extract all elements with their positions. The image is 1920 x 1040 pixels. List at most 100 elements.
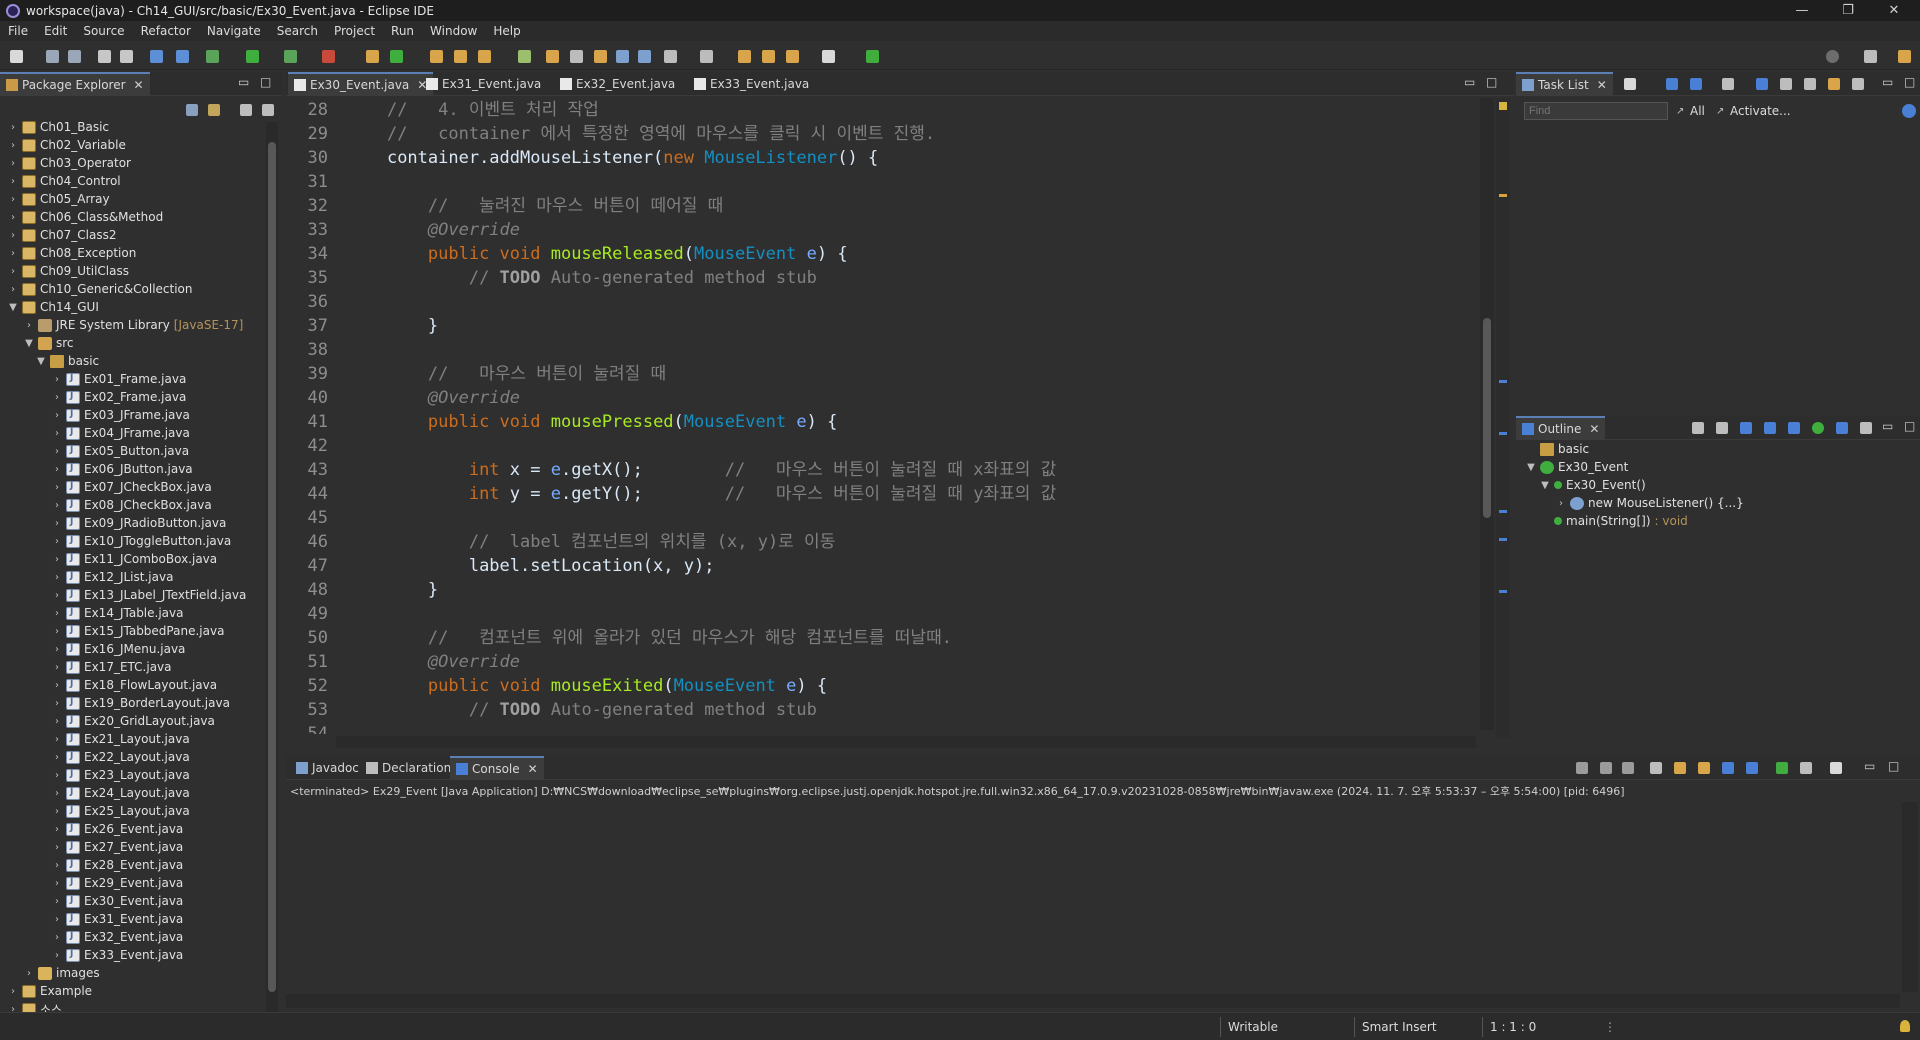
minimize-view-icon[interactable]: ▭ [1882, 75, 1893, 89]
chevron-right-icon[interactable]: › [52, 752, 62, 763]
minimize-view-icon[interactable]: ▭ [1882, 419, 1893, 433]
tip-bulb-icon[interactable] [1900, 1020, 1910, 1032]
outline-item-anonymous[interactable]: › new MouseListener() {...} [1556, 494, 1744, 512]
menu-refactor[interactable]: Refactor [133, 24, 199, 38]
hide-completed-icon[interactable] [1722, 78, 1734, 90]
all-link[interactable]: All [1690, 104, 1705, 118]
help-icon[interactable] [1902, 104, 1916, 118]
tree-project[interactable]: › Ch10_Generic&Collection [8, 280, 193, 298]
tree-package[interactable]: ▼ basic [36, 352, 99, 370]
chevron-right-icon[interactable]: › [52, 788, 62, 799]
new-task-icon[interactable] [1624, 78, 1636, 90]
overview-ruler[interactable] [1496, 98, 1510, 738]
chevron-right-icon[interactable]: › [52, 374, 62, 385]
chevron-right-icon[interactable]: › [52, 698, 62, 709]
status-cursor-position[interactable]: 1 : 1 : 0 [1490, 1020, 1536, 1034]
code-line[interactable]: 45 [286, 506, 1478, 530]
chevron-right-icon[interactable]: › [52, 770, 62, 781]
tree-java-file[interactable]: › Ex21_Layout.java [52, 730, 190, 748]
chevron-right-icon[interactable]: › [52, 500, 62, 511]
chevron-right-icon[interactable]: › [52, 482, 62, 493]
tree-jre-library[interactable]: › JRE System Library [JavaSE-17] [24, 316, 243, 334]
package-explorer-scrollbar[interactable] [266, 122, 278, 1012]
chevron-right-icon[interactable]: › [52, 878, 62, 889]
console-horizontal-scrollbar[interactable] [286, 994, 1900, 1008]
outline-item-package[interactable]: basic [1540, 440, 1589, 458]
chevron-right-icon[interactable]: › [8, 230, 18, 241]
maximize-view-icon[interactable]: □ [1888, 759, 1899, 773]
code-line[interactable]: 48 } [286, 578, 1478, 602]
chevron-right-icon[interactable]: › [52, 572, 62, 583]
tab-ex30-event[interactable]: Ex30_Event.java ✕ [288, 72, 434, 96]
tree-java-file[interactable]: › Ex07_JCheckBox.java [52, 478, 212, 496]
close-icon[interactable]: ✕ [528, 762, 538, 776]
expand-icon[interactable] [1780, 78, 1792, 90]
new-java-project-icon[interactable] [366, 50, 379, 63]
minimize-view-icon[interactable]: ▭ [238, 75, 249, 89]
java-perspective-icon[interactable] [1898, 50, 1911, 63]
save-icon[interactable] [46, 50, 59, 63]
annotation-icon[interactable] [518, 50, 531, 63]
tree-java-file[interactable]: › Ex11_JComboBox.java [52, 550, 217, 568]
chevron-right-icon[interactable]: › [1556, 498, 1566, 509]
tab-ex32-event[interactable]: Ex32_Event.java [554, 72, 675, 96]
minimize-editor-icon[interactable]: ▭ [1464, 75, 1475, 89]
whitespace-icon[interactable] [616, 50, 629, 63]
chevron-right-icon[interactable]: › [52, 410, 62, 421]
code-line[interactable]: 29 // container 에서 특정한 영역에 마우스를 클릭 시 이벤트… [286, 122, 1478, 146]
tree-java-file[interactable]: › Ex10_JToggleButton.java [52, 532, 231, 550]
code-line[interactable]: 42 [286, 434, 1478, 458]
maximize-view-icon[interactable]: □ [260, 75, 271, 89]
task-marker[interactable] [1499, 194, 1507, 197]
tree-java-file[interactable]: › Ex27_Event.java [52, 838, 183, 856]
status-insert-mode[interactable]: Smart Insert [1362, 1020, 1437, 1034]
chevron-right-icon[interactable]: › [52, 842, 62, 853]
chevron-right-icon[interactable]: › [8, 212, 18, 223]
chevron-right-icon[interactable]: › [52, 464, 62, 475]
chevron-right-icon[interactable]: › [52, 392, 62, 403]
open-perspective-icon[interactable] [1864, 50, 1877, 63]
chevron-right-icon[interactable]: › [8, 986, 18, 997]
chevron-right-icon[interactable]: › [8, 122, 18, 133]
chevron-right-icon[interactable]: › [8, 140, 18, 151]
tree-java-file[interactable]: › Ex23_Layout.java [52, 766, 190, 784]
code-line[interactable]: 53 // TODO Auto-generated method stub [286, 698, 1478, 722]
collapse-all-icon[interactable] [1756, 78, 1768, 90]
forward-icon[interactable] [822, 50, 835, 63]
close-window-button[interactable]: ✕ [1872, 0, 1916, 21]
undo-icon[interactable] [98, 50, 111, 63]
scheduled-icon[interactable] [1690, 78, 1702, 90]
menu-run[interactable]: Run [383, 24, 422, 38]
last-edit-icon[interactable] [738, 50, 751, 63]
activate-link[interactable]: Activate... [1730, 104, 1791, 118]
code-line[interactable]: 49 [286, 602, 1478, 626]
pin-console-icon[interactable] [1776, 762, 1788, 774]
tree-project[interactable]: › Ch01_Basic [8, 118, 109, 136]
occurrence-marker[interactable] [1499, 510, 1507, 513]
tab-outline[interactable]: Outline ✕ [1516, 416, 1606, 440]
close-icon[interactable]: ✕ [1597, 78, 1607, 92]
tree-java-file[interactable]: › Ex32_Event.java [52, 928, 183, 946]
tree-project[interactable]: › Ch07_Class2 [8, 226, 116, 244]
redo-icon[interactable] [120, 50, 133, 63]
chevron-right-icon[interactable]: › [52, 518, 62, 529]
chevron-right-icon[interactable]: › [52, 932, 62, 943]
collapse-all-icon[interactable] [186, 104, 198, 116]
chevron-right-icon[interactable]: › [52, 608, 62, 619]
tree-images-folder[interactable]: › images [24, 964, 100, 982]
tree-java-file[interactable]: › Ex33_Event.java [52, 946, 183, 964]
external-tools-icon[interactable] [322, 50, 335, 63]
scrollbar-thumb[interactable] [1483, 318, 1491, 518]
tree-java-file[interactable]: › Ex25_Layout.java [52, 802, 190, 820]
tab-javadoc[interactable]: Javadoc [290, 756, 359, 780]
tab-package-explorer[interactable]: Package Explorer ✕ [0, 72, 150, 96]
tree-java-file[interactable]: › Ex01_Frame.java [52, 370, 186, 388]
menu-project[interactable]: Project [326, 24, 383, 38]
chevron-right-icon[interactable]: › [52, 950, 62, 961]
sync-icon[interactable] [1828, 78, 1840, 90]
chevron-down-icon[interactable]: ▼ [24, 338, 34, 349]
tree-java-file[interactable]: › Ex12_JList.java [52, 568, 173, 586]
code-line[interactable]: 41 public void mousePressed(MouseEvent e… [286, 410, 1478, 434]
menu-search[interactable]: Search [269, 24, 326, 38]
tree-java-file[interactable]: › Ex31_Event.java [52, 910, 183, 928]
